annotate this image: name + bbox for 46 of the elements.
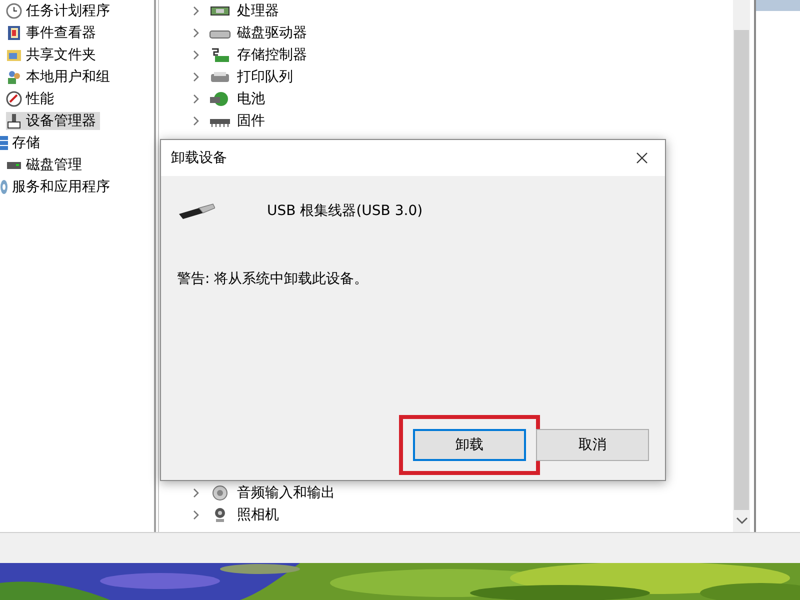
expand-chevron-icon[interactable] — [191, 6, 201, 16]
tree-item[interactable]: 服务和应用程序 — [8, 178, 110, 196]
folder-icon — [6, 47, 22, 63]
tree-item[interactable]: 磁盘驱动器 — [231, 24, 307, 42]
expand-chevron-icon[interactable] — [191, 116, 201, 126]
clock-icon — [6, 3, 22, 19]
tree-item[interactable]: 本地用户和组 — [22, 68, 110, 86]
expand-chevron-icon[interactable] — [191, 94, 201, 104]
tree-item[interactable]: 任务计划程序 — [22, 2, 110, 20]
users-icon — [6, 69, 22, 85]
scrollbar[interactable] — [733, 0, 750, 532]
uninstall-button[interactable]: 卸载 — [413, 429, 526, 461]
expand-chevron-icon[interactable] — [191, 510, 201, 520]
expand-chevron-icon[interactable] — [191, 72, 201, 82]
tree-item[interactable]: 打印队列 — [231, 68, 293, 86]
tree-item[interactable]: 固件 — [231, 112, 265, 130]
gauge-icon — [6, 91, 22, 107]
controller-icon — [209, 47, 231, 63]
device-icon — [6, 113, 22, 129]
expand-chevron-icon[interactable] — [191, 28, 201, 38]
tree-item[interactable]: 性能 — [22, 90, 54, 108]
panel-header — [756, 0, 800, 11]
log-icon — [6, 25, 22, 41]
usb-plug-icon — [179, 202, 215, 220]
expand-chevron-icon[interactable] — [191, 50, 201, 60]
scroll-thumb[interactable] — [734, 30, 749, 510]
tree-item[interactable]: 处理器 — [231, 2, 279, 20]
tree-item[interactable]: 音频输入和输出 — [231, 484, 335, 502]
tree-item[interactable]: 事件查看器 — [22, 24, 96, 42]
warning-text: 警告: 将从系统中卸载此设备。 — [177, 270, 370, 288]
battery-icon — [209, 91, 231, 107]
storage-icon — [0, 135, 8, 151]
device-name: USB 根集线器(USB 3.0) — [267, 202, 423, 220]
printer-icon — [209, 69, 231, 85]
dialog-title: 卸载设备 — [171, 149, 227, 167]
tree-item[interactable]: 电池 — [231, 90, 265, 108]
selected-tree-item[interactable]: 设备管理器 — [6, 112, 100, 130]
tree-item[interactable]: 磁盘管理 — [22, 156, 82, 174]
scroll-down-icon[interactable] — [736, 516, 748, 526]
tree-item[interactable]: 存储控制器 — [231, 46, 307, 64]
cancel-button[interactable]: 取消 — [536, 429, 649, 461]
close-icon — [636, 152, 648, 164]
expand-chevron-icon[interactable] — [191, 488, 201, 498]
tree-item[interactable]: 存储 — [8, 134, 40, 152]
tree-item[interactable]: 照相机 — [231, 506, 279, 524]
tree-item[interactable]: 共享文件夹 — [22, 46, 96, 64]
